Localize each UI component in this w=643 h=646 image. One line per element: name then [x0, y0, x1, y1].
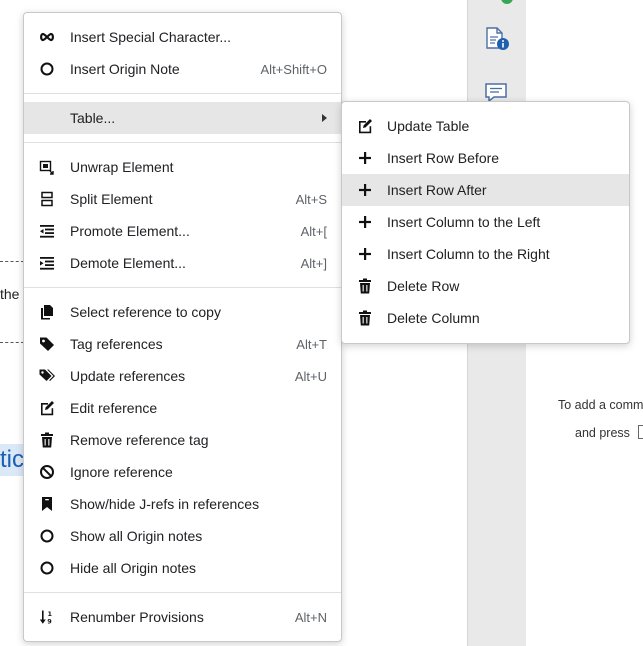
edit-icon — [357, 118, 373, 134]
menu-item-remove-reference-tag[interactable]: Remove reference tag — [24, 424, 341, 456]
comment-hint-text: and press — [575, 426, 630, 440]
menu-item-hide-all-origin-notes[interactable]: Hide all Origin notes — [24, 552, 341, 584]
menu-item-label: Insert Special Character... — [70, 29, 232, 45]
menu-item-demote-element[interactable]: Demote Element... Alt+] — [24, 247, 341, 279]
menu-item-shortcut: Alt+S — [295, 191, 327, 207]
tag-icon — [39, 336, 55, 352]
submenu-item-insert-row-before[interactable]: Insert Row Before — [342, 142, 629, 174]
menu-item-ignore-reference[interactable]: Ignore reference — [24, 456, 341, 488]
menu-item-label: Table... — [70, 110, 116, 126]
menu-item-label: Show all Origin notes — [70, 528, 203, 544]
menu-item-label: Renumber Provisions — [70, 609, 204, 625]
plus-icon — [357, 182, 373, 198]
trash-icon — [39, 432, 55, 448]
submenu-item-label: Insert Column to the Right — [387, 246, 550, 262]
menu-separator — [24, 287, 341, 288]
menu-item-promote-element[interactable]: Promote Element... Alt+[ — [24, 215, 341, 247]
circle-icon — [39, 560, 55, 576]
submenu-item-insert-column-right[interactable]: Insert Column to the Right — [342, 238, 629, 270]
outdent-icon — [39, 223, 55, 239]
split-icon — [39, 191, 55, 207]
circle-icon — [39, 61, 55, 77]
menu-item-shortcut: Alt+[ — [300, 223, 327, 239]
submenu-item-label: Insert Column to the Left — [387, 214, 541, 230]
submenu-item-label: Insert Row After — [387, 182, 487, 198]
submenu-item-label: Delete Column — [387, 310, 480, 326]
menu-item-renumber-provisions[interactable]: 19 Renumber Provisions Alt+N — [24, 601, 341, 633]
tags-icon — [39, 368, 55, 384]
divider-dashed-top — [0, 261, 24, 262]
infinity-icon — [39, 29, 55, 45]
submenu-item-label: Insert Row Before — [387, 150, 500, 166]
menu-item-label: Insert Origin Note — [70, 61, 180, 77]
indent-icon — [39, 255, 55, 271]
menu-item-tag-references[interactable]: Tag references Alt+T — [24, 328, 341, 360]
menu-item-label: Edit reference — [70, 400, 158, 416]
menu-separator — [24, 592, 341, 593]
menu-item-update-references[interactable]: Update references Alt+U — [24, 360, 341, 392]
submenu-item-insert-column-left[interactable]: Insert Column to the Left — [342, 206, 629, 238]
submenu-item-delete-column[interactable]: Delete Column — [342, 302, 629, 334]
document-info-icon[interactable] — [484, 26, 510, 52]
divider-dashed-bottom — [0, 342, 24, 343]
menu-item-label: Tag references — [70, 336, 163, 352]
unwrap-icon — [39, 159, 55, 175]
menu-item-table[interactable]: Table... — [24, 102, 341, 134]
trash-icon — [357, 278, 373, 294]
comment-hint-line1: To add a comm — [558, 398, 643, 412]
menu-separator — [24, 93, 341, 94]
submenu-item-delete-row[interactable]: Delete Row — [342, 270, 629, 302]
context-menu: Insert Special Character... Insert Origi… — [23, 12, 342, 642]
submenu-item-update-table[interactable]: Update Table — [342, 110, 629, 142]
menu-item-select-reference-to-copy[interactable]: Select reference to copy — [24, 296, 341, 328]
document-text-fragment: the — [0, 286, 20, 302]
bookmark-icon — [39, 496, 55, 512]
menu-item-label: Promote Element... — [70, 223, 190, 239]
svg-text:9: 9 — [47, 618, 52, 626]
key-hint-box — [637, 425, 643, 439]
edit-icon — [39, 400, 55, 416]
trash-icon — [357, 310, 373, 326]
ban-icon — [39, 464, 55, 480]
sort-numeric-icon: 19 — [39, 609, 55, 625]
menu-item-label: Select reference to copy — [70, 304, 221, 320]
plus-icon — [357, 150, 373, 166]
menu-item-label: Split Element — [70, 191, 153, 207]
submenu-item-label: Delete Row — [387, 278, 460, 294]
menu-item-shortcut: Alt+Shift+O — [260, 61, 327, 77]
plus-icon — [357, 246, 373, 262]
menu-item-show-hide-jrefs[interactable]: Show/hide J-refs in references — [24, 488, 341, 520]
menu-item-shortcut: Alt+] — [300, 255, 327, 271]
menu-item-label: Show/hide J-refs in references — [70, 496, 260, 512]
menu-item-label: Ignore reference — [70, 464, 173, 480]
menu-item-label: Hide all Origin notes — [70, 560, 197, 576]
submenu-arrow-icon — [322, 114, 327, 122]
menu-item-label: Demote Element... — [70, 255, 186, 271]
circle-icon — [39, 528, 55, 544]
table-submenu: Update Table Insert Row Before Insert Ro… — [341, 101, 630, 344]
menu-item-edit-reference[interactable]: Edit reference — [24, 392, 341, 424]
menu-item-shortcut: Alt+N — [294, 609, 327, 625]
menu-item-show-all-origin-notes[interactable]: Show all Origin notes — [24, 520, 341, 552]
copy-icon — [39, 304, 55, 320]
menu-item-shortcut: Alt+U — [294, 368, 327, 384]
submenu-item-label: Update Table — [387, 118, 470, 134]
menu-item-label: Unwrap Element — [70, 159, 174, 175]
menu-item-insert-special-character[interactable]: Insert Special Character... — [24, 21, 341, 53]
menu-item-unwrap-element[interactable]: Unwrap Element — [24, 151, 341, 183]
menu-separator — [24, 142, 341, 143]
menu-item-label: Update references — [70, 368, 186, 384]
plus-icon — [357, 214, 373, 230]
menu-item-label: Remove reference tag — [70, 432, 209, 448]
menu-item-shortcut: Alt+T — [296, 336, 327, 352]
submenu-item-insert-row-after[interactable]: Insert Row After — [342, 174, 629, 206]
menu-item-split-element[interactable]: Split Element Alt+S — [24, 183, 341, 215]
menu-item-insert-origin-note[interactable]: Insert Origin Note Alt+Shift+O — [24, 53, 341, 85]
comment-hint-line2: and press — [575, 425, 643, 440]
